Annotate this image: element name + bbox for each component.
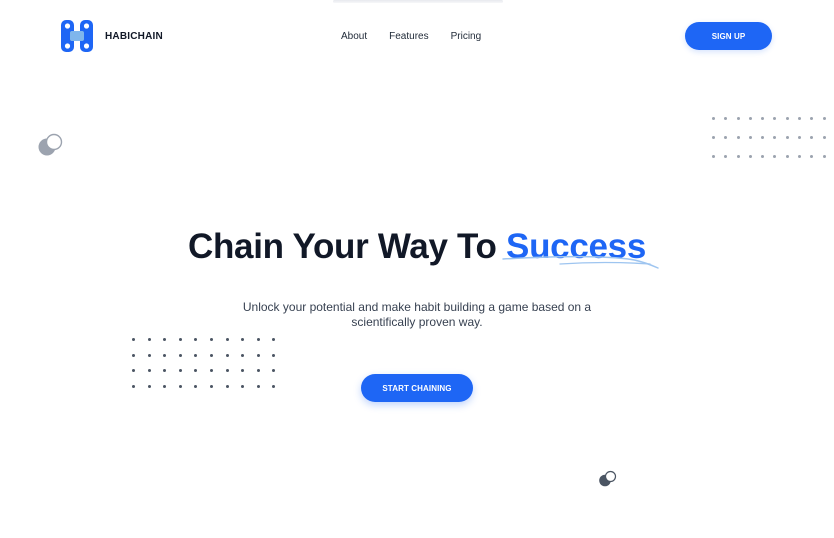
top-edge-shadow <box>333 0 503 3</box>
landing-page: HABICHAIN About Features Pricing SIGN UP… <box>0 0 834 538</box>
nav-item-pricing[interactable]: Pricing <box>451 31 482 43</box>
hero-subtitle: Unlock your potential and make habit bui… <box>242 300 592 329</box>
hero-title: Chain Your Way To Success <box>0 226 834 268</box>
nav-item-features[interactable]: Features <box>389 31 428 43</box>
brand-logo-link[interactable]: HABICHAIN <box>61 20 163 52</box>
start-chaining-button[interactable]: START CHAINING <box>361 374 473 402</box>
nav-item-about[interactable]: About <box>341 31 367 43</box>
dot-grid-decoration-left <box>132 338 276 388</box>
dot-grid-decoration-right <box>712 117 826 158</box>
overlapping-circles-decoration <box>38 133 63 157</box>
hero-title-main: Chain Your Way To <box>188 227 507 266</box>
squiggle-underline-decoration <box>502 255 659 269</box>
main-nav: About Features Pricing <box>341 31 481 43</box>
small-overlapping-circles-decoration <box>599 470 617 487</box>
sign-up-button[interactable]: SIGN UP <box>685 22 772 50</box>
brand-name: HABICHAIN <box>105 30 163 42</box>
chain-link-icon <box>61 20 93 52</box>
